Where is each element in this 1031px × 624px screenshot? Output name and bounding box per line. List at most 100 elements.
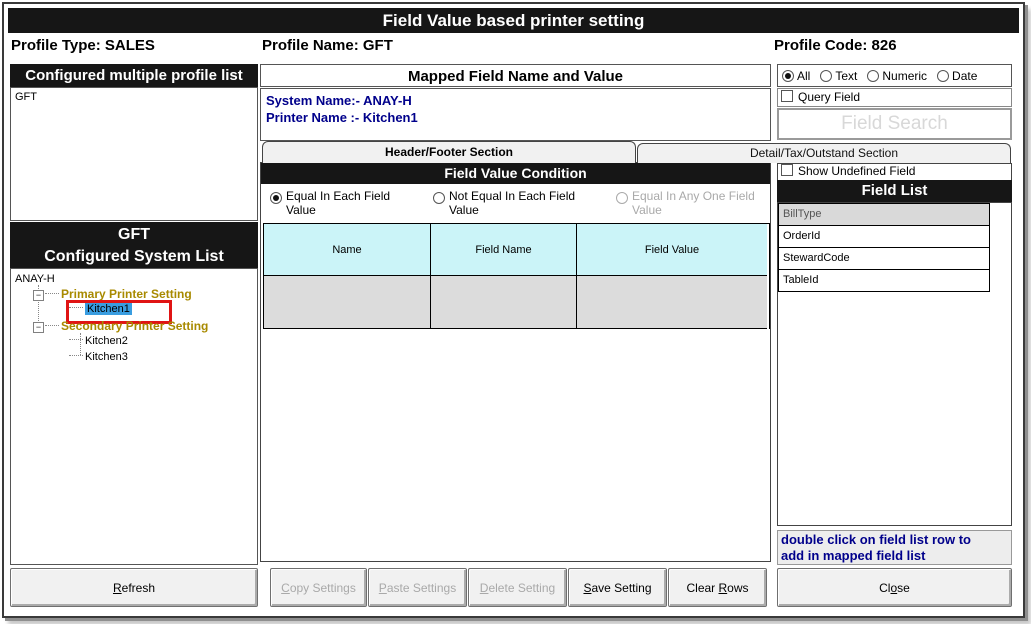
field-type-filter-group: All Text Numeric Date bbox=[777, 64, 1012, 87]
field-list: BillType OrderId StewardCode TableId bbox=[777, 202, 1012, 526]
header-footer-tab-page: Field Value Condition Equal In Each Fiel… bbox=[260, 162, 771, 562]
printer-name-line: Printer Name :- Kitchen1 bbox=[266, 109, 765, 126]
tree-group-label[interactable]: Secondary Printer Setting bbox=[61, 319, 208, 333]
radio-icon[interactable] bbox=[820, 69, 833, 82]
radio-label[interactable]: Date bbox=[952, 69, 977, 83]
tree-group-label[interactable]: Primary Printer Setting bbox=[61, 287, 192, 301]
tree-group-secondary[interactable]: Secondary Printer Setting bbox=[33, 319, 208, 333]
configured-profile-list[interactable]: GFT bbox=[10, 87, 258, 221]
save-setting-button[interactable]: Save Setting bbox=[568, 568, 667, 607]
collapse-icon[interactable] bbox=[33, 289, 44, 301]
grid-cell[interactable] bbox=[264, 276, 431, 329]
radio-all[interactable]: All bbox=[782, 69, 810, 83]
configured-profile-list-header: Configured multiple profile list bbox=[10, 64, 258, 87]
profile-type-value: SALES bbox=[104, 37, 155, 54]
query-field-checkbox-row[interactable]: Query Field bbox=[777, 88, 1012, 107]
dialog-window: Field Value based printer setting Profil… bbox=[2, 2, 1025, 618]
profile-list-item[interactable]: GFT bbox=[11, 88, 257, 103]
field-list-row-stewardcode[interactable]: StewardCode bbox=[778, 247, 990, 270]
window-title: Field Value based printer setting bbox=[382, 11, 645, 30]
radio-icon[interactable] bbox=[937, 69, 950, 82]
radio-numeric[interactable]: Numeric bbox=[867, 69, 927, 83]
printer-name-value: Kitchen1 bbox=[362, 110, 418, 125]
refresh-button[interactable]: Refresh bbox=[10, 568, 258, 607]
tree-group-primary[interactable]: Primary Printer Setting bbox=[33, 287, 192, 301]
tree-item-kitchen3[interactable]: Kitchen3 bbox=[69, 351, 128, 363]
field-list-header: Field List bbox=[777, 180, 1012, 202]
radio-text[interactable]: Text bbox=[820, 69, 857, 83]
radio-equal-in-any-one-field: Equal In Any One Field Value bbox=[616, 189, 766, 217]
show-undefined-field-checkbox-row[interactable]: Show Undefined Field bbox=[777, 163, 1012, 180]
field-list-row-tableid[interactable]: TableId bbox=[778, 269, 990, 292]
clear-rows-button[interactable]: Clear Rows bbox=[668, 568, 767, 607]
field-list-row-orderid[interactable]: OrderId bbox=[778, 225, 990, 248]
checkbox-unchecked-icon[interactable] bbox=[781, 164, 793, 176]
radio-date[interactable]: Date bbox=[937, 69, 977, 83]
profile-code: Profile Code: 826 bbox=[774, 37, 897, 54]
mapped-fields-grid: Name Field Name Field Value bbox=[263, 223, 770, 329]
grid-header-field-name: Field Name bbox=[431, 224, 577, 276]
grid-cell[interactable] bbox=[431, 276, 577, 329]
printer-name-label: Printer Name :- bbox=[266, 110, 360, 125]
copy-settings-button: Copy Settings bbox=[270, 568, 367, 607]
tree-item-label[interactable]: Kitchen3 bbox=[85, 351, 128, 363]
tree-item-kitchen2[interactable]: Kitchen2 bbox=[69, 335, 128, 347]
hint-line: double click on field list row to bbox=[781, 532, 971, 547]
field-value-condition-header: Field Value Condition bbox=[261, 163, 770, 184]
configured-system-tree[interactable]: ANAY-H Primary Printer Setting Kitchen1 … bbox=[10, 268, 258, 565]
tree-dots bbox=[69, 339, 83, 343]
profile-name: Profile Name: GFT bbox=[262, 37, 393, 54]
tree-dots bbox=[45, 293, 59, 297]
tab-header-footer-section[interactable]: Header/Footer Section bbox=[262, 141, 636, 163]
query-field-label[interactable]: Query Field bbox=[798, 90, 860, 104]
title-bar: Field Value based printer setting bbox=[8, 8, 1019, 33]
profile-code-label: Profile Code: bbox=[774, 37, 868, 54]
mapped-field-title: Mapped Field Name and Value bbox=[260, 64, 771, 87]
system-list-header-profile: GFT bbox=[118, 226, 150, 243]
field-search-input[interactable] bbox=[777, 108, 1012, 140]
radio-selected-icon[interactable] bbox=[782, 69, 794, 82]
radio-selected-icon[interactable] bbox=[270, 192, 282, 204]
radio-label[interactable]: All bbox=[797, 69, 810, 83]
radio-label[interactable]: Not Equal In Each Field Value bbox=[449, 189, 603, 217]
close-button[interactable]: Close bbox=[777, 568, 1012, 607]
radio-icon[interactable] bbox=[433, 192, 445, 204]
grid-empty-row[interactable] bbox=[264, 276, 769, 329]
tree-dots bbox=[45, 325, 59, 329]
radio-label[interactable]: Numeric bbox=[882, 69, 927, 83]
show-undefined-label[interactable]: Show Undefined Field bbox=[798, 164, 915, 178]
radio-icon[interactable] bbox=[867, 69, 880, 82]
radio-label[interactable]: Text bbox=[835, 69, 857, 83]
configured-system-list-header: GFT Configured System List bbox=[10, 222, 258, 268]
radio-label: Equal In Any One Field Value bbox=[632, 189, 755, 217]
field-list-hint: double click on field list row to add in… bbox=[777, 530, 1012, 565]
tree-root-item[interactable]: ANAY-H bbox=[15, 273, 55, 285]
tab-detail-tax-outstand-section[interactable]: Detail/Tax/Outstand Section bbox=[637, 143, 1011, 163]
grid-header-name: Name bbox=[264, 224, 431, 276]
mapped-field-info: System Name:- ANAY-H Printer Name :- Kit… bbox=[260, 88, 771, 141]
system-name-line: System Name:- ANAY-H bbox=[266, 92, 765, 109]
profile-name-label: Profile Name: bbox=[262, 37, 359, 54]
grid-cell[interactable] bbox=[577, 276, 767, 329]
field-list-row-billtype[interactable]: BillType bbox=[778, 203, 990, 226]
system-list-header-title: Configured System List bbox=[44, 248, 224, 265]
radio-not-equal-in-each-field[interactable]: Not Equal In Each Field Value bbox=[433, 189, 603, 217]
delete-setting-button: Delete Setting bbox=[468, 568, 567, 607]
radio-equal-in-each-field[interactable]: Equal In Each Field Value bbox=[270, 189, 420, 217]
tree-dots bbox=[69, 355, 83, 359]
profile-type: Profile Type: SALES bbox=[11, 37, 155, 54]
grid-header-field-value: Field Value bbox=[577, 224, 767, 276]
system-name-label: System Name:- bbox=[266, 93, 360, 108]
hint-line: add in mapped field list bbox=[781, 548, 926, 563]
radio-label[interactable]: Equal In Each Field Value bbox=[286, 189, 420, 217]
profile-name-value: GFT bbox=[362, 37, 393, 54]
grid-header-row: Name Field Name Field Value bbox=[264, 224, 769, 276]
checkbox-unchecked-icon[interactable] bbox=[781, 90, 793, 102]
profile-code-value: 826 bbox=[871, 37, 897, 54]
paste-settings-button: Paste Settings bbox=[368, 568, 467, 607]
tree-item-label[interactable]: Kitchen2 bbox=[85, 335, 128, 347]
system-name-value: ANAY-H bbox=[363, 93, 412, 108]
profile-type-label: Profile Type: bbox=[11, 37, 101, 54]
collapse-icon[interactable] bbox=[33, 321, 44, 333]
radio-disabled-icon bbox=[616, 192, 628, 204]
